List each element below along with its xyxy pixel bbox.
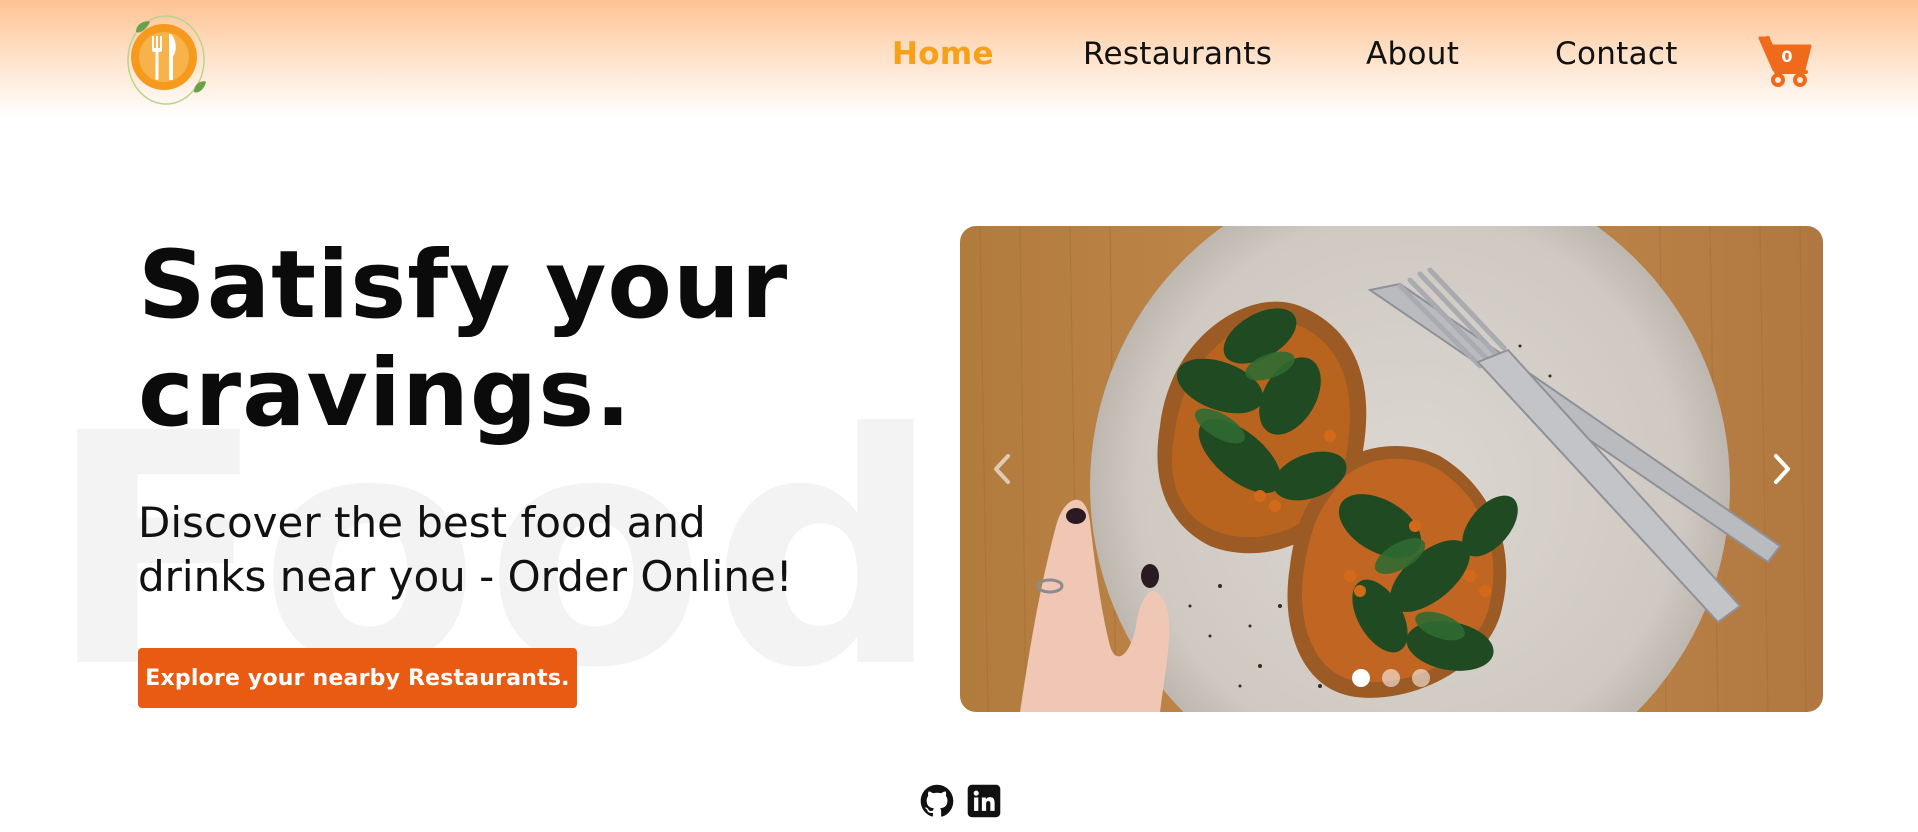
- hero-title: Satisfy your cravings.: [138, 232, 918, 448]
- carousel-dot-3[interactable]: [1412, 669, 1430, 687]
- hero-subtitle-line1: Discover the best food and: [138, 498, 706, 547]
- github-icon: [920, 784, 954, 817]
- carousel-indicators: [1352, 669, 1430, 687]
- hero-title-line2: cravings.: [138, 339, 632, 448]
- page: Home Restaurants About Contact 0 FoodH S…: [0, 0, 1918, 832]
- linkedin-link[interactable]: [967, 784, 1001, 818]
- hero-carousel[interactable]: [960, 226, 1823, 712]
- carousel-dot-1[interactable]: [1352, 669, 1370, 687]
- explore-restaurants-button[interactable]: Explore your nearby Restaurants.: [138, 648, 577, 708]
- cart-count-badge: 0: [1781, 47, 1793, 66]
- hero-title-line1: Satisfy your: [138, 231, 789, 340]
- fork-knife-logo-icon: [127, 15, 206, 105]
- linkedin-icon: [967, 784, 1001, 818]
- hero-subtitle: Discover the best food and drinks near y…: [138, 496, 858, 604]
- nav-contact[interactable]: Contact: [1555, 36, 1678, 80]
- chevron-right-icon: [1774, 454, 1790, 484]
- logo[interactable]: [124, 12, 208, 106]
- header: Home Restaurants About Contact 0: [0, 0, 1918, 118]
- nav-restaurants[interactable]: Restaurants: [1083, 36, 1272, 80]
- nav-about[interactable]: About: [1366, 36, 1459, 80]
- carousel-next-button[interactable]: [1760, 438, 1804, 500]
- github-link[interactable]: [920, 784, 954, 818]
- hero-subtitle-line2: drinks near you - Order Online!: [138, 552, 793, 601]
- food-slide-image: [960, 226, 1823, 712]
- nav-home[interactable]: Home: [892, 36, 994, 80]
- carousel-prev-button[interactable]: [980, 438, 1024, 500]
- chevron-left-icon: [994, 454, 1010, 484]
- carousel-dot-2[interactable]: [1382, 669, 1400, 687]
